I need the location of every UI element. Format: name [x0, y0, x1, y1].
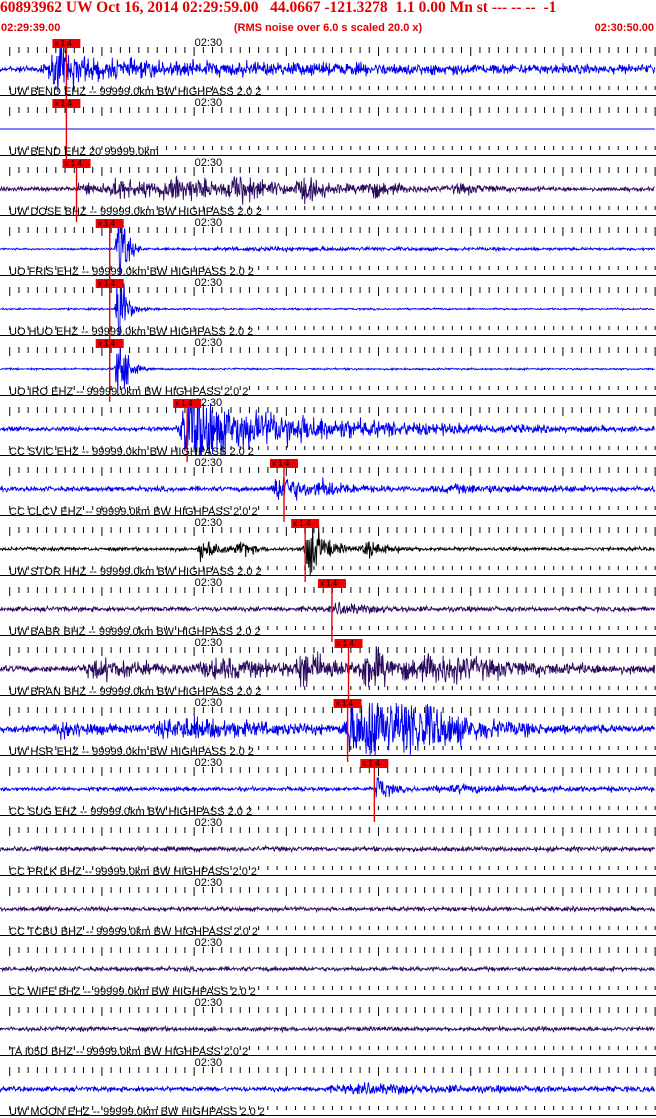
pick-label: x 1.4 — [362, 759, 380, 768]
tick-label: 02:30 — [195, 157, 223, 169]
pick-label: x 1.4 — [272, 459, 290, 468]
tick-label: 02:30 — [195, 937, 223, 949]
tick-label: 02:30 — [195, 877, 223, 889]
pick-label: x 1.4 — [98, 339, 116, 348]
station-label: UW BEND EHZ -- 99999.0km BW HIGHPASS 2.0… — [9, 86, 261, 98]
waveform — [0, 646, 656, 688]
station-label: UW MOON EHZ -- 99999.0km BW HIGHPASS 2.0… — [9, 1106, 265, 1118]
station-label: UW BRAN BHZ -- 99999.0km BW HIGHPASS 2.0… — [9, 686, 261, 698]
station-label: UW BEND EHZ 20 99999.0km — [9, 146, 159, 158]
rms-note: (RMS noise over 6.0 s scaled 20.0 x) — [233, 22, 423, 34]
waveform — [0, 175, 655, 205]
pick-label: x 1.4 — [54, 39, 72, 48]
waveform — [0, 844, 656, 854]
station-label: UW DOSE BHZ -- 99999.0km BW HIGHPASS 2.0… — [9, 206, 262, 218]
tick-label: 02:30 — [195, 997, 223, 1009]
waveform — [0, 601, 656, 616]
pick-label: x 1.4 — [98, 279, 116, 288]
tick-label: 02:30 — [195, 637, 223, 649]
pick-label: x 1.4 — [336, 699, 354, 708]
pick-label: x 1.4 — [337, 639, 355, 648]
tick-label: 02:30 — [195, 97, 223, 109]
pick-label: x 1.4 — [293, 519, 311, 528]
end-time: 02:30:50.00 — [594, 22, 654, 34]
pick-label: x 1.4 — [54, 99, 72, 108]
tick-label: 02:30 — [195, 757, 223, 769]
tick-label: 02:30 — [195, 1057, 223, 1069]
waveform — [0, 904, 656, 914]
tick-label: 02:30 — [195, 517, 223, 529]
waveform — [0, 1024, 655, 1034]
time-header: 02:29:39.00 (RMS noise over 6.0 s scaled… — [0, 20, 656, 36]
tick-label: 02:30 — [195, 37, 223, 49]
tick-label: 02:30 — [195, 577, 223, 589]
pick-label: x 1.4 — [320, 579, 338, 588]
tick-label: 02:30 — [195, 697, 223, 709]
waveform — [0, 1082, 656, 1095]
tick-label: 02:30 — [195, 337, 223, 349]
waveform — [0, 964, 655, 974]
tick-label: 02:30 — [195, 277, 223, 289]
event-title: 60893962 UW Oct 16, 2014 02:29:59.00 44.… — [0, 0, 557, 16]
waveform — [0, 776, 655, 798]
pick-label: x 1.4 — [175, 399, 193, 408]
pick-label: x 1.4 — [98, 219, 116, 228]
seismogram-chart: 02:30x 1.4UW BEND EHZ -- 99999.0km BW HI… — [0, 37, 656, 1118]
station-label: UW STOR HHZ -- 99999.0km BW HIGHPASS 2.0… — [9, 566, 262, 578]
tick-label: 02:30 — [195, 817, 223, 829]
waveform — [0, 477, 656, 501]
pick-label: x 1.4 — [65, 159, 83, 168]
station-label: UW BABR BHZ -- 99999.0km BW HIGHPASS 2.0… — [9, 626, 261, 638]
tick-label: 02:30 — [195, 457, 223, 469]
tick-label: 02:30 — [195, 217, 223, 229]
